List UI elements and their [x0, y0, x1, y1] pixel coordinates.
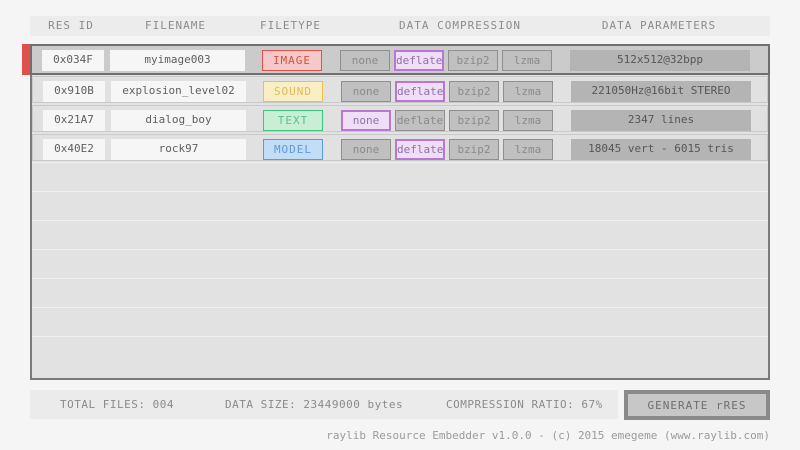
compression-toggle-group: nonedeflatebzip2lzma — [341, 139, 553, 160]
column-header-filename: FILENAME — [108, 16, 243, 36]
compression-option-none[interactable]: none — [341, 110, 391, 131]
resource-table: 0x034F myimage003 IMAGE nonedeflatebzip2… — [30, 44, 770, 380]
column-header-filetype: FILETYPE — [260, 16, 320, 36]
table-row: 0x21A7 dialog_boy TEXT nonedeflatebzip2l… — [32, 104, 768, 133]
compression-option-none[interactable]: none — [341, 139, 391, 160]
compression-option-lzma[interactable]: lzma — [502, 50, 552, 71]
compression-option-none[interactable]: none — [340, 50, 390, 71]
total-files-label: TOTAL FILES: 004 — [60, 390, 174, 419]
empty-table-row — [32, 249, 768, 278]
table-row-panel: 0x40E2 rock97 MODEL nonedeflatebzip2lzma… — [32, 134, 768, 161]
table-row: 0x40E2 rock97 MODEL nonedeflatebzip2lzma… — [32, 133, 768, 162]
compression-toggle-group: nonedeflatebzip2lzma — [340, 50, 552, 71]
empty-table-row — [32, 336, 768, 365]
empty-table-row — [32, 191, 768, 220]
table-row-panel: 0x910B explosion_level02 SOUND nonedefla… — [32, 76, 768, 103]
empty-table-row — [32, 162, 768, 191]
empty-table-row — [32, 278, 768, 307]
compression-option-lzma[interactable]: lzma — [503, 139, 553, 160]
compression-option-deflate[interactable]: deflate — [395, 110, 445, 131]
compression-option-deflate[interactable]: deflate — [395, 81, 445, 102]
compression-toggle-group: nonedeflatebzip2lzma — [341, 110, 553, 131]
data-parameters-field: 221050Hz@16bit STEREO — [571, 81, 751, 102]
compression-option-lzma[interactable]: lzma — [503, 81, 553, 102]
res-id-field[interactable]: 0x910B — [43, 81, 105, 102]
table-row-panel: 0x21A7 dialog_boy TEXT nonedeflatebzip2l… — [32, 105, 768, 132]
filetype-badge[interactable]: SOUND — [263, 81, 323, 102]
data-size-label: DATA SIZE: 23449000 bytes — [225, 390, 403, 419]
data-parameters-field: 18045 vert - 6015 tris — [571, 139, 751, 160]
compression-option-bzip2[interactable]: bzip2 — [448, 50, 498, 71]
empty-table-row — [32, 307, 768, 336]
table-row: 0x910B explosion_level02 SOUND nonedefla… — [32, 75, 768, 104]
status-bar: TOTAL FILES: 004 DATA SIZE: 23449000 byt… — [30, 390, 618, 419]
filetype-badge[interactable]: IMAGE — [262, 50, 322, 71]
res-id-field[interactable]: 0x40E2 — [43, 139, 105, 160]
column-header-res-id: RES ID — [40, 16, 102, 36]
table-row: 0x034F myimage003 IMAGE nonedeflatebzip2… — [32, 46, 768, 75]
compression-option-none[interactable]: none — [341, 81, 391, 102]
filename-field[interactable]: dialog_boy — [111, 110, 246, 131]
compression-option-deflate[interactable]: deflate — [395, 139, 445, 160]
column-header-data-parameters: DATA PARAMETERS — [568, 16, 750, 36]
filetype-badge[interactable]: TEXT — [263, 110, 323, 131]
compression-toggle-group: nonedeflatebzip2lzma — [341, 81, 553, 102]
footer-credits: raylib Resource Embedder v1.0.0 - (c) 20… — [326, 429, 770, 442]
compression-option-bzip2[interactable]: bzip2 — [449, 110, 499, 131]
compression-option-lzma[interactable]: lzma — [503, 110, 553, 131]
res-id-field[interactable]: 0x034F — [42, 50, 104, 71]
filename-field[interactable]: rock97 — [111, 139, 246, 160]
table-column-header: RES ID FILENAME FILETYPE DATA COMPRESSIO… — [30, 16, 770, 36]
resource-embedder-window: RES ID FILENAME FILETYPE DATA COMPRESSIO… — [0, 0, 800, 450]
compression-ratio-label: COMPRESSION RATIO: 67% — [446, 390, 603, 419]
compression-option-bzip2[interactable]: bzip2 — [449, 139, 499, 160]
empty-table-row — [32, 220, 768, 249]
active-row-marker-icon — [22, 44, 30, 75]
table-row-panel: 0x034F myimage003 IMAGE nonedeflatebzip2… — [30, 44, 770, 75]
compression-option-bzip2[interactable]: bzip2 — [449, 81, 499, 102]
filename-field[interactable]: myimage003 — [110, 50, 245, 71]
filetype-badge[interactable]: MODEL — [263, 139, 323, 160]
generate-rres-button[interactable]: GENERATE rRES — [624, 390, 770, 420]
data-parameters-field: 2347 lines — [571, 110, 751, 131]
data-parameters-field: 512x512@32bpp — [570, 50, 750, 71]
compression-option-deflate[interactable]: deflate — [394, 50, 444, 71]
res-id-field[interactable]: 0x21A7 — [43, 110, 105, 131]
column-header-data-compression: DATA COMPRESSION — [338, 16, 582, 36]
filename-field[interactable]: explosion_level02 — [111, 81, 246, 102]
